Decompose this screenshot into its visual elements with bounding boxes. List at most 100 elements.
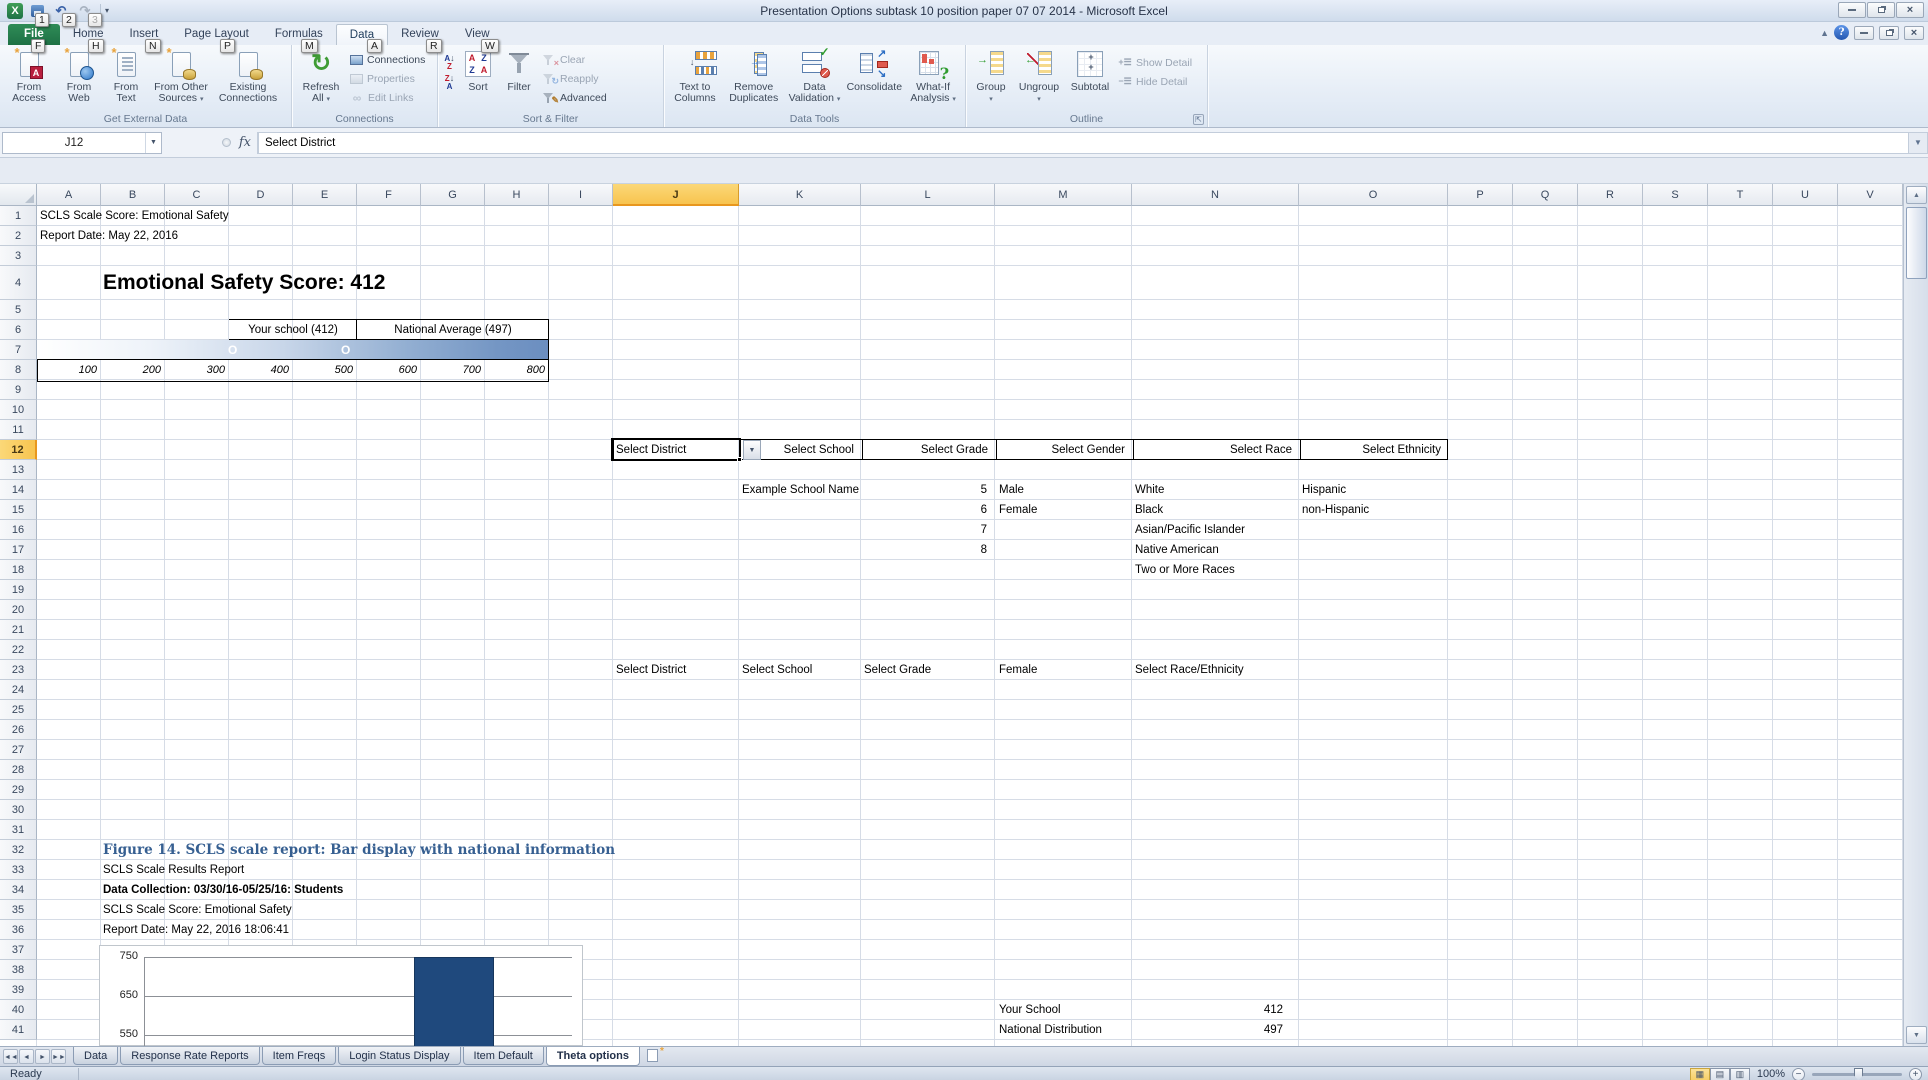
page-break-view-button[interactable]: ▥ <box>1730 1068 1750 1080</box>
from-access-button[interactable]: *A From Access <box>3 47 55 112</box>
insert-worksheet-button[interactable]: * <box>644 1048 664 1064</box>
cell-a2[interactable]: Report Date: May 22, 2016 <box>40 226 178 246</box>
column-header-N[interactable]: N <box>1132 184 1299 206</box>
vertical-scroll-thumb[interactable] <box>1906 207 1927 279</box>
name-box[interactable]: J12 ▼ <box>2 132 162 154</box>
cell-n40[interactable]: 412 <box>1132 1000 1287 1020</box>
cell-b4-score-title[interactable]: Emotional Safety Score: 412 <box>103 266 385 300</box>
cell-o15[interactable]: non-Hispanic <box>1302 500 1369 520</box>
row-header-26[interactable]: 26 <box>0 720 37 740</box>
cell-a1[interactable]: SCLS Scale Score: Emotional Safety <box>40 206 229 226</box>
row-header-32[interactable]: 32 <box>0 840 37 860</box>
tab-formulas[interactable]: Formulas <box>262 24 336 45</box>
zoom-slider[interactable] <box>1812 1073 1902 1076</box>
sort-button[interactable]: AZZA Sort <box>458 47 498 112</box>
row-header-21[interactable]: 21 <box>0 620 37 640</box>
column-header-B[interactable]: B <box>101 184 165 206</box>
sheet-tab-response-rate-reports[interactable]: Response Rate Reports <box>120 1047 259 1065</box>
row-header-2[interactable]: 2 <box>0 226 37 246</box>
cell-o14[interactable]: Hispanic <box>1302 480 1346 500</box>
row-header-16[interactable]: 16 <box>0 520 37 540</box>
column-header-M[interactable]: M <box>995 184 1132 206</box>
row-header-12[interactable]: 12 <box>0 440 37 460</box>
cell-n18[interactable]: Two or More Races <box>1135 560 1235 580</box>
help-icon[interactable]: ? <box>1834 25 1849 40</box>
row-header-27[interactable]: 27 <box>0 740 37 760</box>
column-header-G[interactable]: G <box>421 184 485 206</box>
group-button[interactable]: → Group▾ <box>969 47 1013 112</box>
column-header-Q[interactable]: Q <box>1513 184 1578 206</box>
row-header-8[interactable]: 8 <box>0 360 37 380</box>
row-header-34[interactable]: 34 <box>0 880 37 900</box>
cell-l17[interactable]: 8 <box>861 540 991 560</box>
row-header-17[interactable]: 17 <box>0 540 37 560</box>
data-validation-dropdown-button[interactable]: ▼ <box>743 440 761 460</box>
row-header-15[interactable]: 15 <box>0 500 37 520</box>
row-header-22[interactable]: 22 <box>0 640 37 660</box>
sort-descending-button[interactable]: Z↓A <box>441 72 458 92</box>
formula-input[interactable]: Select District <box>258 132 1908 154</box>
cell-m14[interactable]: Male <box>999 480 1024 500</box>
sheet-tab-login-status-display[interactable]: Login Status Display <box>338 1047 460 1065</box>
zoom-level[interactable]: 100% <box>1757 1068 1785 1080</box>
row-header-20[interactable]: 20 <box>0 600 37 620</box>
column-header-O[interactable]: O <box>1299 184 1448 206</box>
row-header-6[interactable]: 6 <box>0 320 37 340</box>
row-header-18[interactable]: 18 <box>0 560 37 580</box>
row-header-9[interactable]: 9 <box>0 380 37 400</box>
scroll-down-icon[interactable]: ▼ <box>1906 1026 1927 1044</box>
column-header-V[interactable]: V <box>1838 184 1903 206</box>
cell-m23[interactable]: Female <box>999 660 1037 680</box>
row-header-10[interactable]: 10 <box>0 400 37 420</box>
sheet-tab-data[interactable]: Data <box>73 1047 118 1065</box>
column-header-F[interactable]: F <box>357 184 421 206</box>
advanced-filter-button[interactable]: ✎ Advanced <box>540 88 610 107</box>
minimize-button[interactable] <box>1838 2 1866 18</box>
text-to-columns-button[interactable]: ↓ Text to Columns <box>667 47 723 112</box>
worksheet-grid[interactable]: Your school (412) National Average (497)… <box>0 206 1903 1046</box>
row-header-31[interactable]: 31 <box>0 820 37 840</box>
row-header-35[interactable]: 35 <box>0 900 37 920</box>
cell-l14[interactable]: 5 <box>861 480 991 500</box>
tab-insert[interactable]: Insert <box>117 24 172 45</box>
row-header-37[interactable]: 37 <box>0 940 37 960</box>
column-header-J[interactable]: J <box>613 184 739 206</box>
column-header-A[interactable]: A <box>37 184 101 206</box>
cell-k14[interactable]: Example School Name <box>742 480 860 500</box>
row-header-11[interactable]: 11 <box>0 420 37 440</box>
insert-function-icon[interactable]: fx <box>239 135 251 150</box>
remove-duplicates-button[interactable]: → Remove Duplicates <box>723 47 785 112</box>
row-header-33[interactable]: 33 <box>0 860 37 880</box>
cell-l23[interactable]: Select Grade <box>864 660 931 680</box>
row-header-36[interactable]: 36 <box>0 920 37 940</box>
last-sheet-icon[interactable]: ►► <box>51 1049 66 1064</box>
cell-b34[interactable]: Data Collection: 03/30/16-05/25/16: Stud… <box>103 880 343 900</box>
select-all-corner[interactable] <box>0 184 37 206</box>
row-header-13[interactable]: 13 <box>0 460 37 480</box>
column-header-P[interactable]: P <box>1448 184 1513 206</box>
sort-ascending-button[interactable]: A↓Z <box>441 52 458 72</box>
zoom-slider-thumb[interactable] <box>1854 1068 1863 1080</box>
workbook-restore-button[interactable] <box>1879 26 1899 40</box>
cell-m41[interactable]: National Distribution <box>999 1020 1102 1040</box>
cell-n15[interactable]: Black <box>1135 500 1163 520</box>
cell-n23[interactable]: Select Race/Ethnicity <box>1135 660 1244 680</box>
row-header-25[interactable]: 25 <box>0 700 37 720</box>
row-header-7[interactable]: 7 <box>0 340 37 360</box>
column-header-H[interactable]: H <box>485 184 549 206</box>
tab-review[interactable]: Review <box>388 24 452 45</box>
column-header-L[interactable]: L <box>861 184 995 206</box>
cell-n16[interactable]: Asian/Pacific Islander <box>1135 520 1245 540</box>
vertical-scrollbar[interactable]: ▲ ▼ <box>1903 184 1928 1046</box>
cell-n17[interactable]: Native American <box>1135 540 1219 560</box>
row-header-23[interactable]: 23 <box>0 660 37 680</box>
sheet-tab-item-default[interactable]: Item Default <box>463 1047 544 1065</box>
row-header-4[interactable]: 4 <box>0 266 37 300</box>
consolidate-button[interactable]: ↗↘ Consolidate <box>844 47 904 112</box>
row-header-41[interactable]: 41 <box>0 1020 37 1040</box>
first-sheet-icon[interactable]: ◄◄ <box>3 1049 18 1064</box>
cell-l15[interactable]: 6 <box>861 500 991 520</box>
column-header-I[interactable]: I <box>549 184 613 206</box>
next-sheet-icon[interactable]: ► <box>35 1049 50 1064</box>
from-other-sources-button[interactable]: * From Other Sources ▾ <box>149 47 213 112</box>
